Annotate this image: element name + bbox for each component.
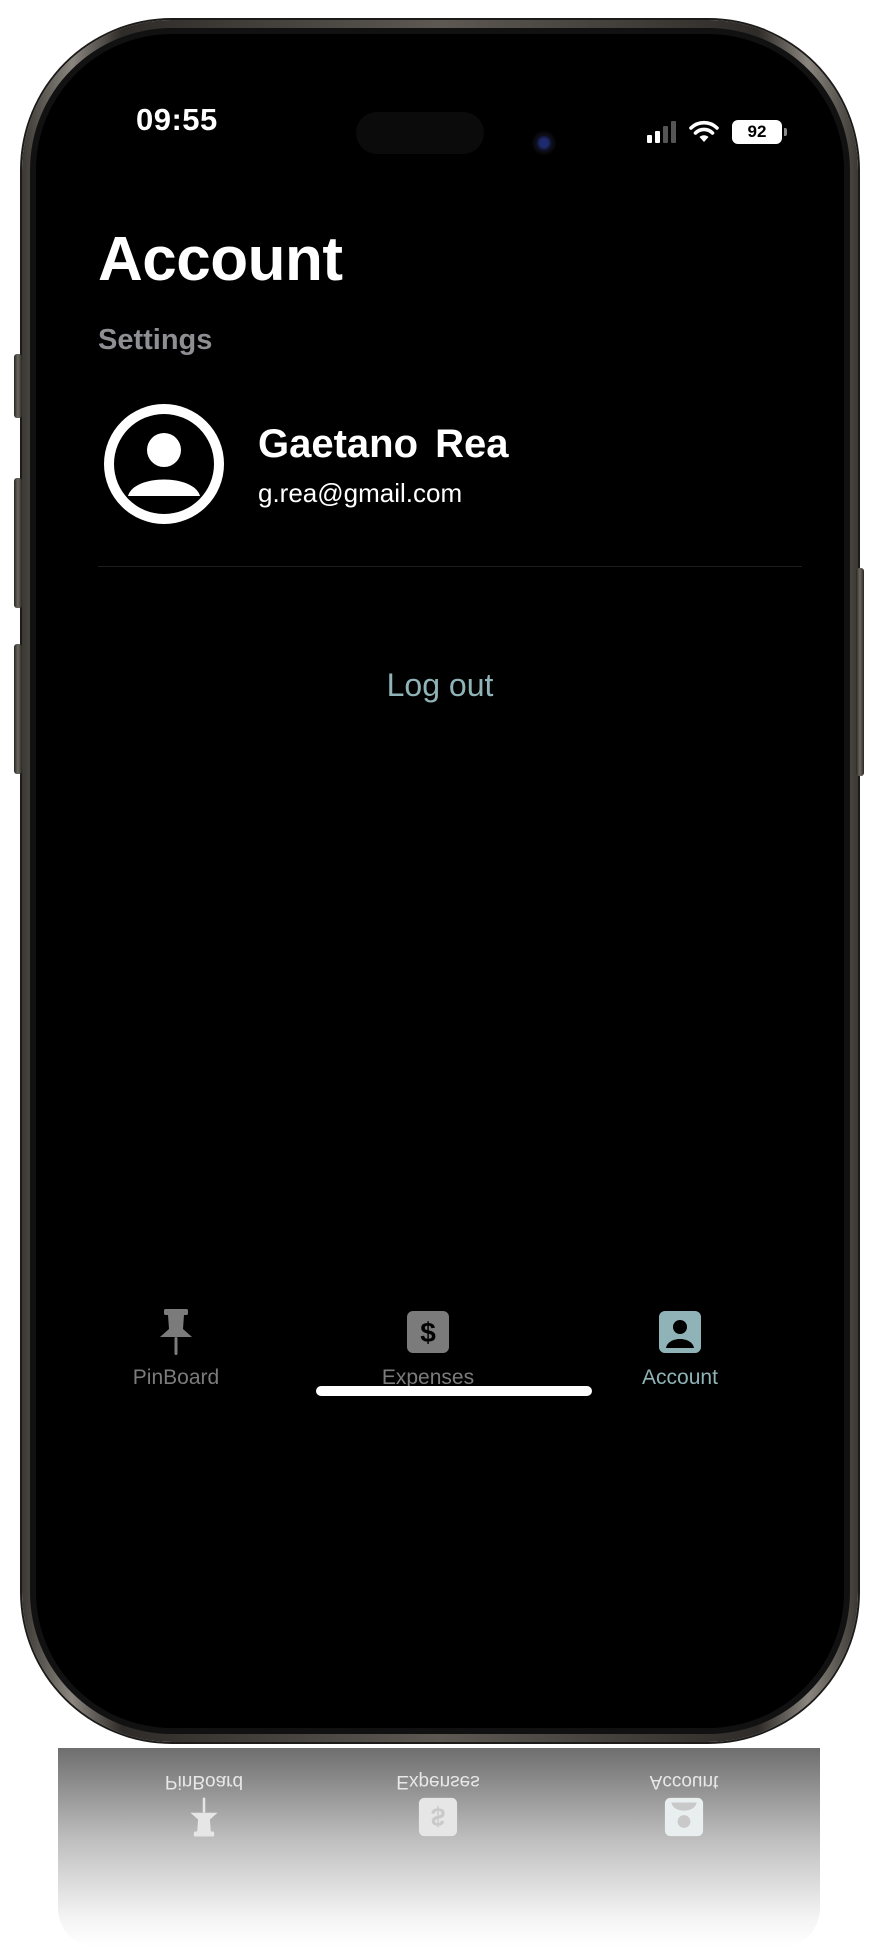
volume-down-button — [14, 644, 22, 774]
person-icon — [659, 1311, 701, 1353]
reflection-account: Account — [594, 1770, 774, 1846]
dollar-icon: $ — [418, 1797, 458, 1837]
reflection-expenses: $ Expenses — [348, 1770, 528, 1846]
page-title: Account — [98, 225, 343, 294]
logout-button[interactable]: Log out — [36, 666, 844, 705]
svg-text:$: $ — [420, 1317, 436, 1348]
power-button — [856, 568, 864, 776]
dollar-icon: $ — [407, 1311, 449, 1353]
reflection-label: Expenses — [396, 1771, 480, 1792]
person-avatar-icon — [114, 414, 214, 514]
screen: 09:55 92 Account Settings Gaetano Rea g.… — [36, 34, 844, 1728]
status-indicators: 92 — [647, 120, 787, 144]
reflection-pinboard: PinBoard — [114, 1770, 294, 1846]
tab-label: Account — [642, 1366, 718, 1389]
tab-expenses[interactable]: $ Expenses — [338, 1304, 518, 1390]
reflection-label: PinBoard — [164, 1771, 244, 1792]
cellular-signal-icon — [647, 121, 676, 143]
profile-row[interactable]: Gaetano Rea g.rea@gmail.com — [98, 404, 802, 524]
volume-up-button — [14, 478, 22, 608]
wifi-icon — [689, 120, 719, 142]
home-indicator — [316, 1386, 592, 1396]
avatar — [104, 404, 224, 524]
tab-account[interactable]: Account — [590, 1304, 770, 1390]
battery-icon: 92 — [732, 120, 787, 144]
tab-pinboard[interactable]: PinBoard — [86, 1304, 266, 1390]
phone-frame: 09:55 92 Account Settings Gaetano Rea g.… — [22, 20, 858, 1742]
pushpin-icon — [190, 1797, 218, 1837]
pushpin-icon — [160, 1309, 192, 1355]
divider — [98, 566, 802, 567]
tab-label: PinBoard — [132, 1366, 220, 1389]
phone-reflection: PinBoard $ Expenses Account — [58, 1748, 820, 1948]
reflection-label: Account — [649, 1771, 719, 1792]
profile-name: Gaetano Rea — [258, 422, 509, 466]
battery-level: 92 — [747, 122, 767, 141]
dynamic-island — [356, 112, 484, 154]
person-icon — [664, 1797, 704, 1837]
status-time: 09:55 — [136, 102, 218, 137]
svg-text:$: $ — [431, 1802, 445, 1830]
action-button — [14, 354, 22, 418]
section-label: Settings — [98, 324, 213, 356]
camera-icon — [532, 131, 556, 155]
profile-email: g.rea@gmail.com — [258, 478, 463, 508]
